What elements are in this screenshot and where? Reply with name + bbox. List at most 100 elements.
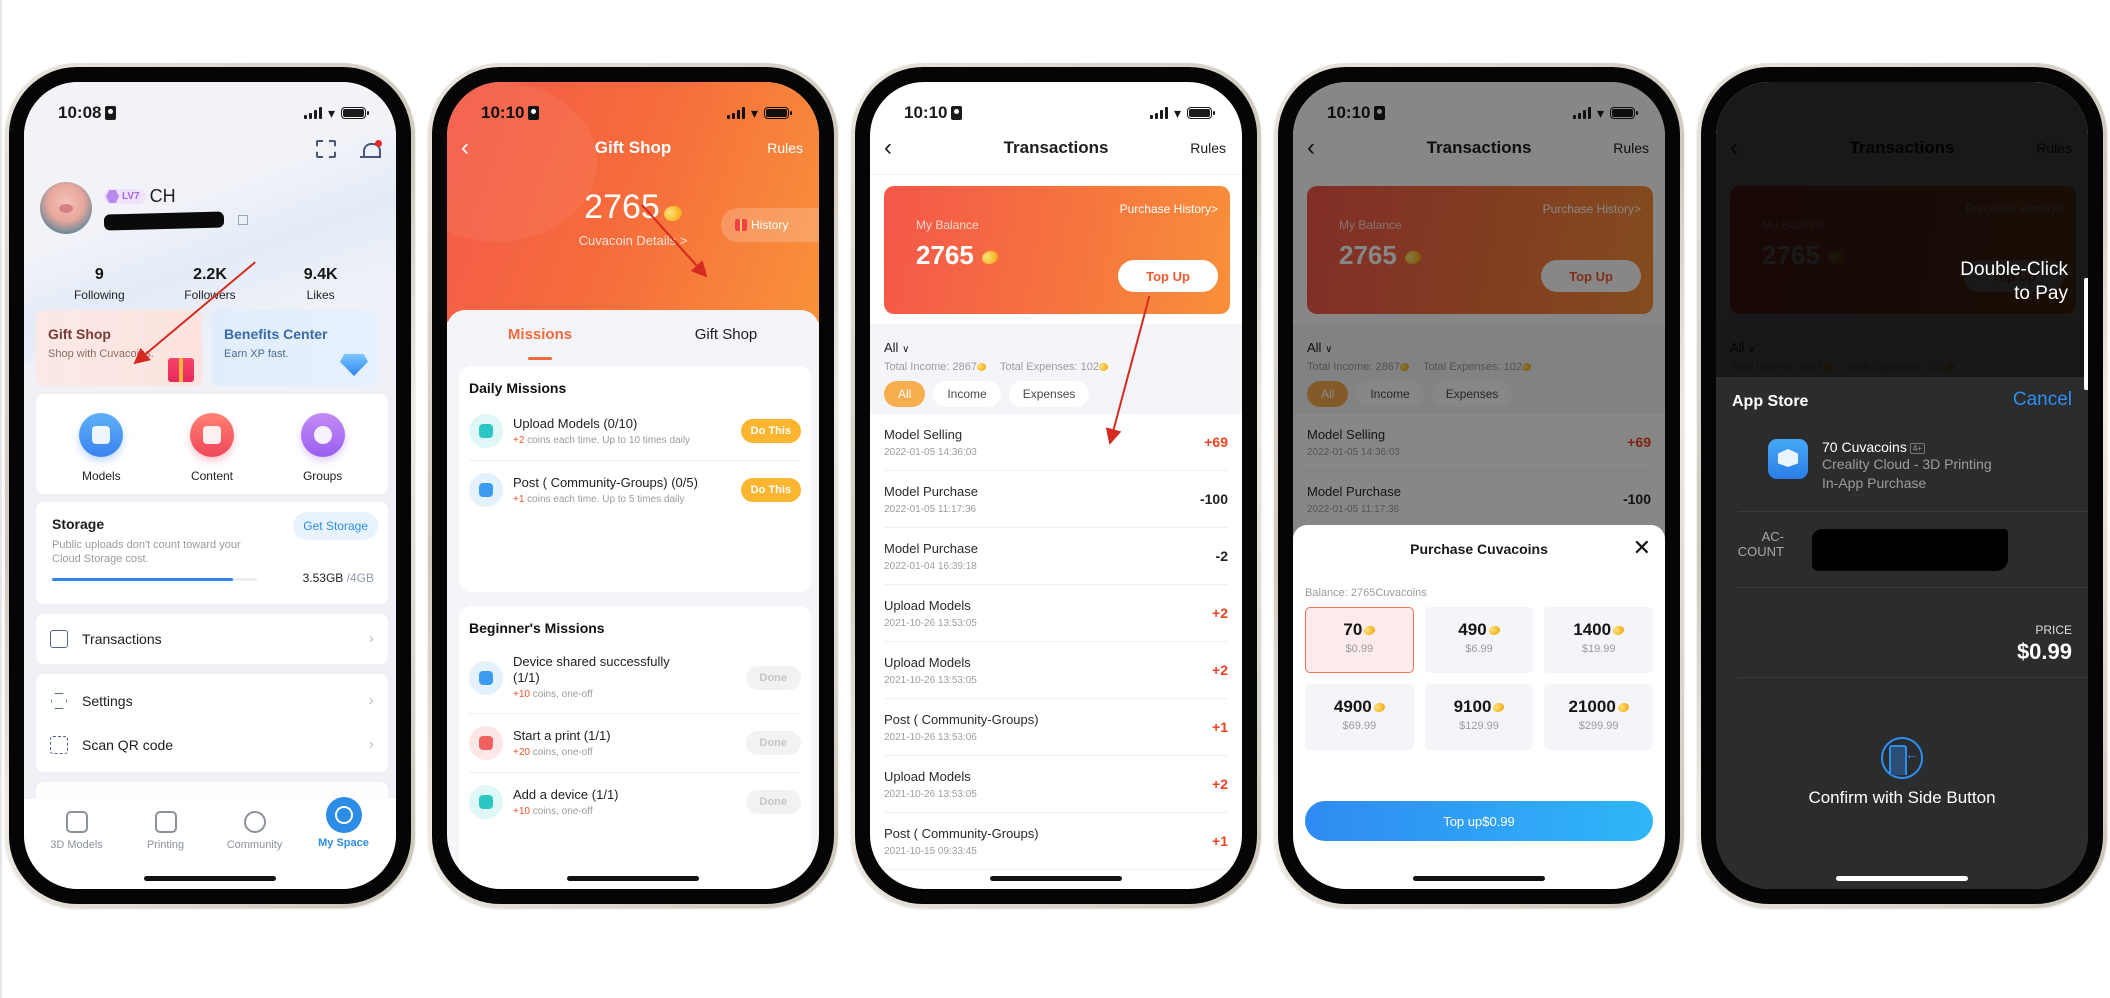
mission-title: Upload Models (0/10) — [513, 415, 638, 431]
phone-bezel: 10:08 ▾ LV7 CH 9 Following 2.2K Follower… — [9, 67, 411, 904]
mission-desc: +10 coins, one-off — [513, 805, 713, 818]
transaction-date: 2022-01-05 11:17:36 — [884, 503, 977, 515]
qr-code-icon[interactable] — [238, 215, 248, 225]
pack-coins: 490 — [1426, 620, 1533, 640]
tab-label: Community — [226, 839, 283, 851]
transaction-date: 2022-01-04 16:39:18 — [884, 560, 977, 572]
gift-shop-tabs: Missions Gift Shop — [447, 310, 819, 360]
battery-icon — [1187, 107, 1215, 119]
transaction-row[interactable]: Model Purchase 2022-01-05 11:17:36 -100 — [884, 471, 1228, 528]
price-value: $0.99 — [2016, 639, 2072, 664]
storage-description: Public uploads don't count toward your C… — [52, 539, 241, 565]
transaction-row[interactable]: Upload Models 2021-10-26 13:53:05 +2 — [884, 756, 1228, 813]
mission-item: Post ( Community-Groups) (0/5) +1 coins e… — [469, 461, 801, 519]
creality-cloud-app-icon — [1768, 439, 1808, 479]
coin-pack-option[interactable]: 70 $0.99 — [1305, 607, 1414, 673]
back-icon[interactable]: ‹ — [884, 134, 892, 162]
rules-link[interactable]: Rules — [1190, 140, 1226, 156]
chip-income[interactable]: Income — [933, 381, 1001, 407]
transaction-date: 2021-10-26 13:53:05 — [884, 788, 977, 800]
top-up-pay-button[interactable]: Top up$0.99 — [1305, 801, 1653, 841]
level-badge[interactable]: LV7 — [104, 189, 146, 204]
phone-bezel: 10:10 ▾ ‹ Transactions Rules My Balance … — [855, 67, 1257, 904]
balance-value: 2765 — [584, 188, 660, 226]
mission-desc-text: coins, one-off — [529, 805, 593, 817]
focus-icon — [105, 106, 117, 120]
get-storage-button[interactable]: Get Storage — [293, 512, 378, 540]
menu-item-settings[interactable]: Settings › — [36, 679, 388, 723]
transaction-row[interactable]: Post ( Community-Groups) 2021-10-15 09:33… — [884, 813, 1228, 870]
stat-following[interactable]: 9 Following — [54, 266, 144, 302]
redacted-account — [1812, 529, 2008, 571]
transaction-row[interactable]: Model Selling 2022-01-05 14:36:03 +69 — [884, 414, 1228, 471]
tab-3d-models[interactable]: 3D Models — [37, 809, 117, 889]
avatar[interactable] — [40, 182, 92, 234]
transaction-info: Post ( Community-Groups) 2021-10-15 09:33… — [884, 826, 1039, 857]
benefits-center-card[interactable]: Benefits Center Earn XP fast. — [212, 310, 378, 386]
tab-missions[interactable]: Missions — [447, 310, 633, 360]
mission-reward: +2 — [513, 434, 525, 446]
screen-purchase: 10:10 ▾ ‹ Transactions Rules My Balance … — [1293, 82, 1665, 889]
transaction-row[interactable]: Upload Models 2021-10-26 13:53:05 +2 — [884, 585, 1228, 642]
transaction-name: Upload Models — [884, 654, 971, 670]
cuvacoin-icon — [1097, 361, 1110, 373]
menu-item-scan-qr[interactable]: Scan QR code › — [36, 723, 388, 767]
period-dropdown[interactable]: All ∨ — [884, 340, 1228, 355]
app-store-payment-sheet: App Store Cancel 70 Cuvacoins 4+ Creality… — [1716, 377, 2088, 889]
coin-pack-option[interactable]: 490 $6.99 — [1424, 607, 1534, 673]
coin-pack-option[interactable]: 21000 $299.99 — [1544, 684, 1653, 750]
coin-pack-option[interactable]: 9100 $129.99 — [1424, 684, 1534, 750]
tab-gift-shop[interactable]: Gift Shop — [633, 310, 819, 360]
balance-amount: 2765 — [916, 240, 1000, 271]
do-this-button[interactable]: Do This — [740, 478, 801, 502]
gift-shop-card[interactable]: Gift Shop Shop with Cuvacoins. — [36, 310, 202, 386]
top-actions — [316, 140, 382, 160]
menu-item-transactions[interactable]: Transactions › — [36, 614, 388, 664]
coin-pack-option[interactable]: 4900 $69.99 — [1305, 684, 1414, 750]
transaction-row[interactable]: Upload Models 2021-10-26 13:53:05 +2 — [884, 642, 1228, 699]
transaction-info: Model Purchase 2022-01-04 16:39:18 — [884, 541, 978, 572]
status-time: 10:10 — [481, 103, 540, 123]
device-icon — [469, 785, 503, 819]
chip-expenses[interactable]: Expenses — [1008, 381, 1090, 407]
do-this-button[interactable]: Do This — [740, 419, 801, 443]
mission-desc-text: coins each time. Up to 5 times daily — [524, 493, 685, 505]
tab-my-space[interactable]: My Space — [304, 797, 384, 889]
profile-stats: 9 Following 2.2K Followers 9.4K Likes — [24, 266, 396, 302]
tool-content[interactable]: Content — [167, 413, 257, 483]
wifi-icon: ▾ — [750, 104, 758, 121]
3d-model-icon — [65, 811, 88, 833]
hexagons-icon — [469, 414, 503, 448]
tool-models[interactable]: Models — [56, 413, 146, 483]
top-up-button[interactable]: Top Up — [1118, 260, 1218, 292]
section-title: Beginner's Missions — [469, 620, 605, 636]
chip-all[interactable]: All — [884, 381, 926, 407]
notification-bell-icon[interactable] — [360, 140, 382, 160]
close-icon[interactable]: ✕ — [1633, 535, 1651, 561]
chevron-right-icon: › — [368, 736, 374, 753]
history-button[interactable]: History — [721, 208, 819, 242]
transaction-row[interactable]: Model Purchase 2022-01-04 16:39:18 -2 — [884, 528, 1228, 585]
home-indicator — [1836, 876, 1968, 881]
back-icon[interactable]: ‹ — [461, 134, 469, 162]
cuvacoin-icon — [1362, 624, 1377, 637]
transaction-row[interactable]: Post ( Community-Groups) 2021-10-26 13:53… — [884, 699, 1228, 756]
scan-icon[interactable] — [316, 140, 336, 158]
purchase-history-link[interactable]: Purchase History> — [1120, 202, 1218, 216]
sheet-title: Purchase Cuvacoins — [1410, 541, 1548, 557]
stat-value: 9 — [94, 266, 104, 283]
screen-app-store: ‹ Transactions Rules My Balance 2765 Pur… — [1716, 82, 2088, 889]
transaction-amount: +1 — [1212, 833, 1228, 849]
mission-reward: +1 — [513, 493, 525, 505]
stat-likes[interactable]: 9.4K Likes — [276, 266, 366, 302]
account-label-line: AC- — [1761, 529, 1784, 544]
time-text: 10:10 — [904, 103, 948, 122]
share-user-icon — [469, 660, 503, 695]
rules-link[interactable]: Rules — [767, 140, 803, 156]
coin-pack-option[interactable]: 1400 $19.99 — [1544, 607, 1653, 673]
cancel-button[interactable]: Cancel — [2013, 389, 2072, 411]
printer-icon — [154, 811, 177, 833]
type-chips: All Income Expenses — [884, 381, 1228, 407]
tool-groups[interactable]: Groups — [278, 413, 368, 483]
total-expenses-text: Total Expenses: 102 — [999, 361, 1100, 373]
